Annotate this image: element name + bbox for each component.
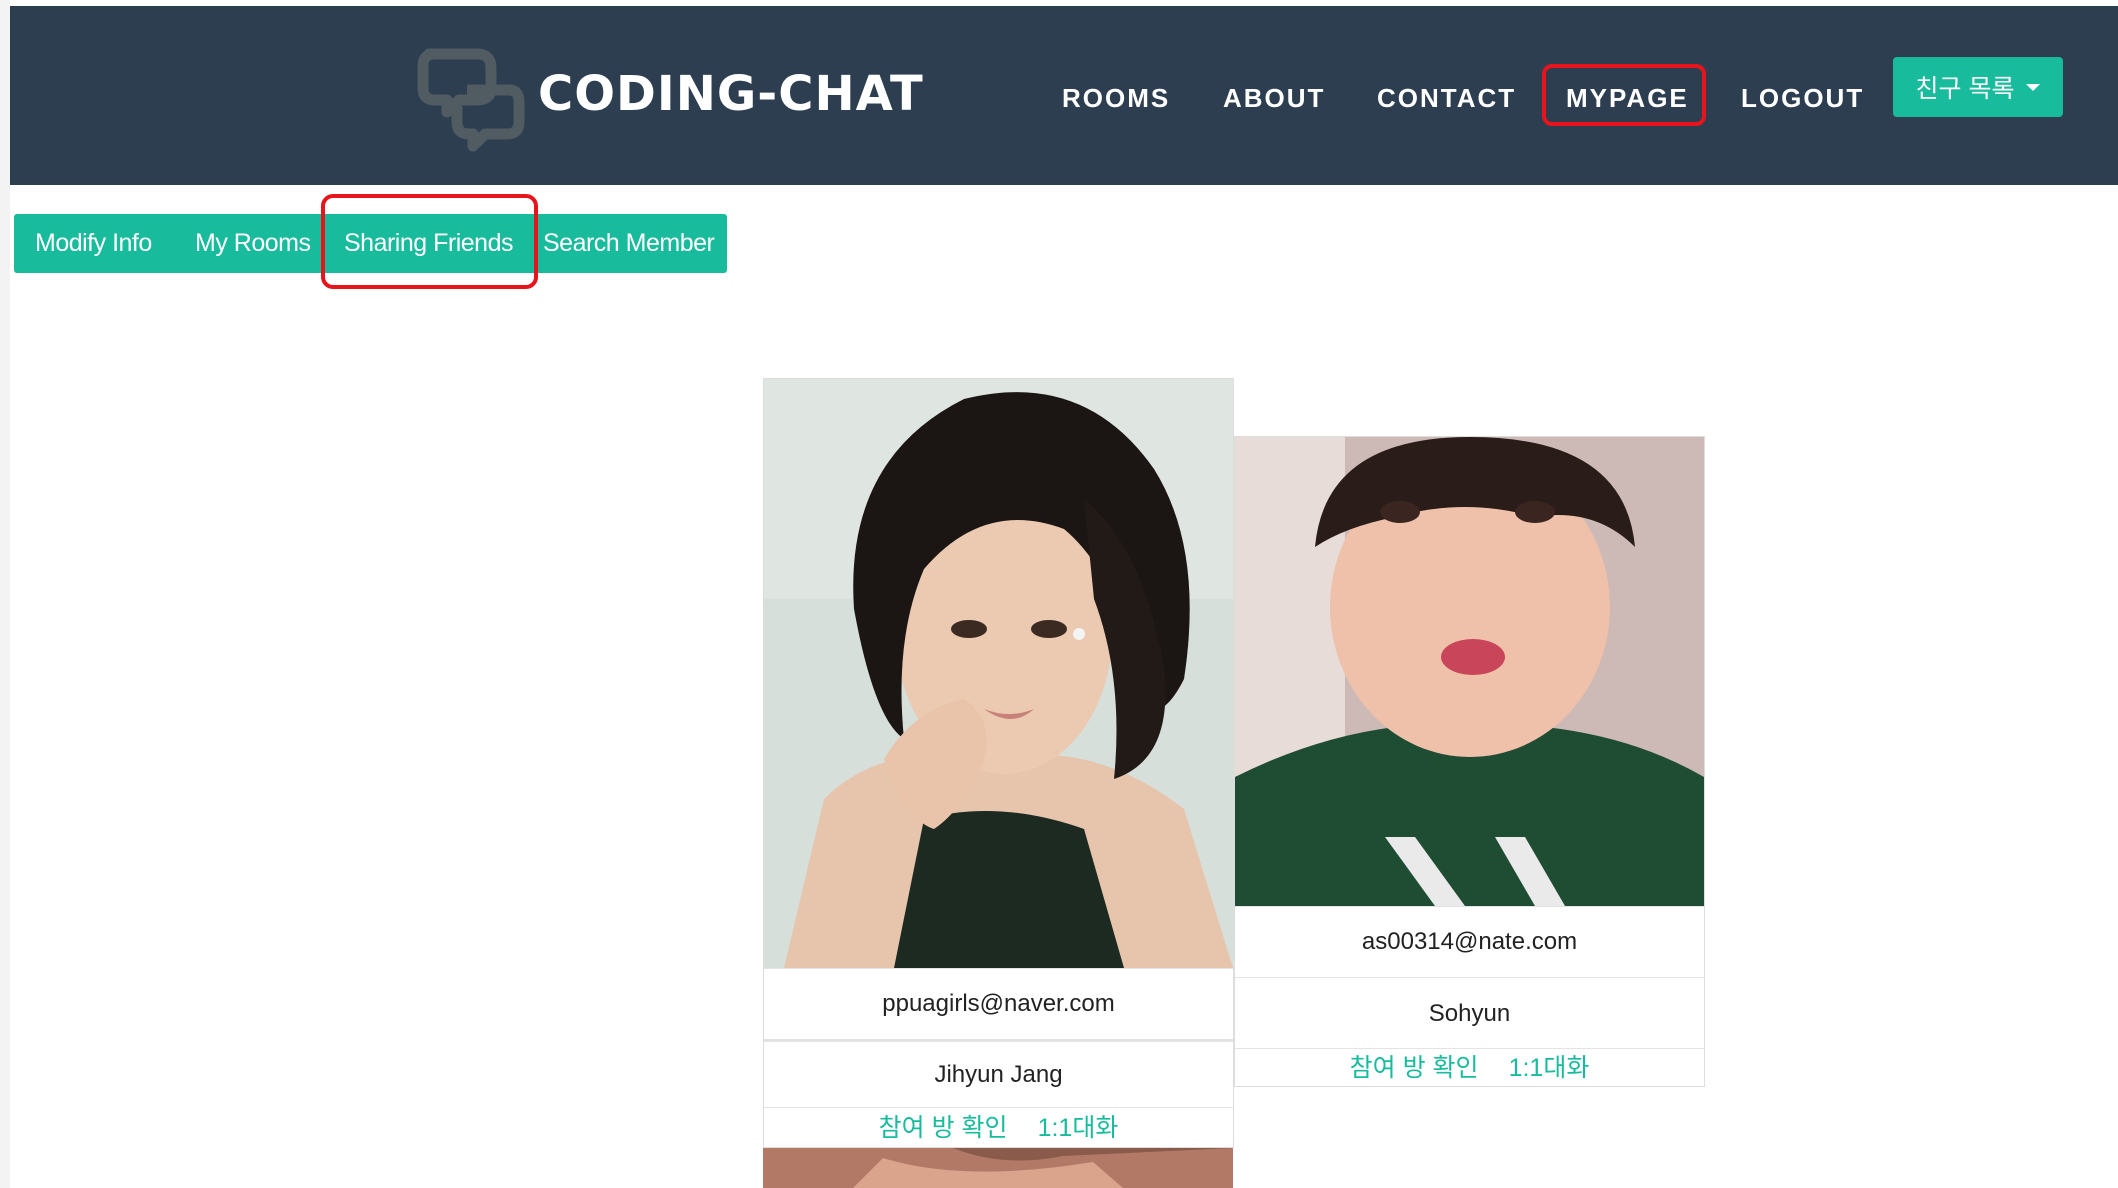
left-page-edge — [0, 0, 10, 1188]
navbar: CODING-CHAT ROOMS ABOUT CONTACT MYPAGE L… — [10, 6, 2118, 185]
tab-my-rooms[interactable]: My Rooms — [195, 214, 311, 273]
nav-rooms[interactable]: ROOMS — [1062, 81, 1170, 115]
check-rooms-link[interactable]: 참여 방 확인 — [879, 1109, 1008, 1147]
friend-email: as00314@nate.com — [1235, 906, 1704, 977]
friend-photo — [1235, 437, 1704, 906]
friend-name: Sohyun — [1235, 977, 1704, 1048]
mypage-highlight-box — [1542, 64, 1706, 126]
friend-actions: 참여 방 확인 1:1대화 — [1235, 1048, 1704, 1087]
sharing-friends-highlight-box — [321, 194, 538, 289]
friend-card: ppuagirls@naver.com Jihyun Jang 참여 방 확인 … — [763, 378, 1234, 1148]
one-on-one-chat-link[interactable]: 1:1대화 — [1509, 1049, 1590, 1087]
nav-about[interactable]: ABOUT — [1223, 81, 1325, 115]
friend-email: ppuagirls@naver.com — [764, 968, 1233, 1042]
nav-logout[interactable]: LOGOUT — [1741, 81, 1864, 115]
tab-modify-info[interactable]: Modify Info — [35, 214, 152, 273]
friend-photo-partial — [763, 1148, 1233, 1188]
friends-list-dropdown[interactable]: 친구 목록 — [1893, 57, 2063, 117]
tab-search-member[interactable]: Search Member — [543, 214, 715, 273]
one-on-one-chat-link[interactable]: 1:1대화 — [1038, 1109, 1119, 1147]
nav-contact[interactable]: CONTACT — [1377, 81, 1516, 115]
friend-name: Jihyun Jang — [764, 1041, 1233, 1108]
friend-card: as00314@nate.com Sohyun 참여 방 확인 1:1대화 — [1234, 436, 1705, 1087]
check-rooms-link[interactable]: 참여 방 확인 — [1350, 1049, 1479, 1087]
brand-title[interactable]: CODING-CHAT — [538, 62, 924, 126]
friends-dropdown-label: 친구 목록 — [1915, 75, 2015, 103]
friend-photo — [764, 379, 1233, 968]
friend-actions: 참여 방 확인 1:1대화 — [764, 1107, 1233, 1148]
caret-down-icon — [2026, 83, 2041, 91]
chat-bubbles-icon[interactable] — [415, 44, 527, 156]
